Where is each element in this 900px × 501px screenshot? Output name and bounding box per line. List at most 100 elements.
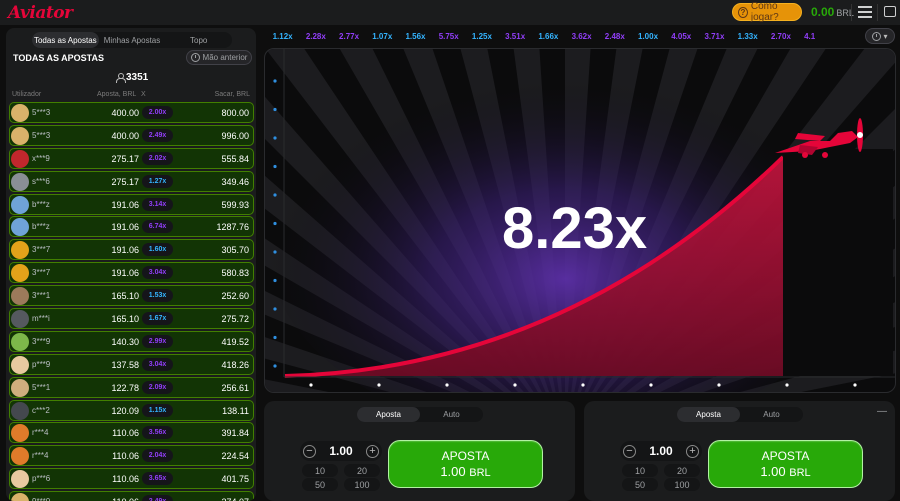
bet-button-currency: BRL [469,467,491,479]
bet-multiplier: 2.04x [142,449,173,463]
bet-cashout: 305.70 [221,245,249,256]
bet-cashout: 800.00 [221,108,249,118]
bet-row: r***4 110.06 3.56x 391.84 [9,422,254,444]
history-toggle-button[interactable]: ▾ [865,28,895,44]
history-multiplier[interactable]: 3.71x [698,32,731,41]
avatar [11,424,29,443]
bet-amount: 137.58 [111,359,139,370]
chat-icon[interactable] [884,6,896,17]
quick-amount-20[interactable]: 20 [664,464,700,477]
history-multiplier[interactable]: 1.00x [631,32,664,41]
bet-cashout: 275.72 [221,314,249,325]
history-multiplier[interactable]: 1.33x [731,32,764,41]
previous-hand-button[interactable]: Mão anterior [186,50,252,65]
plus-icon[interactable]: + [685,444,699,458]
history-multiplier[interactable]: 5.75x [432,32,465,41]
avatar [11,126,29,145]
history-multiplier[interactable]: 2.77x [332,32,365,41]
tab-bet[interactable]: Aposta [677,407,740,422]
history-multiplier[interactable]: 3.62x [565,32,598,41]
avatar [11,195,29,214]
bet-multiplier: 1.15x [142,403,173,417]
bet-multiplier: 1.27x [142,174,173,188]
bet-cashout: 252.60 [221,291,249,302]
how-to-play-label: Como jogar? [750,1,779,23]
tab-bet[interactable]: Aposta [357,407,420,422]
history-multiplier[interactable]: 2.70x [764,32,797,41]
bet-button-label: APOSTA [441,449,490,463]
quick-amount-20[interactable]: 20 [344,464,380,477]
bet-row: p***6 110.06 3.65x 401.75 [9,468,254,490]
tab-top[interactable]: Topo [165,32,232,48]
tab-my-bets[interactable]: Minhas Apostas [99,32,166,48]
quick-amount-50[interactable]: 50 [622,478,658,491]
bet-amount: 110.06 [112,497,139,501]
minus-icon[interactable]: − [303,444,316,458]
column-multiplier: X [141,91,146,98]
axis-dot [273,278,277,283]
minus-icon[interactable]: − [623,444,636,458]
axis-dot [445,383,449,387]
bet-cashout: 274.07 [221,497,249,501]
history-multiplier[interactable]: 1.12x [266,32,299,41]
aviator-logo[interactable]: Aviator [8,3,73,23]
how-to-play-button[interactable]: ? Como jogar? [732,1,802,23]
bet-amount-stepper[interactable]: − 1.00 + [300,441,382,461]
history-multiplier[interactable]: 4.1 [798,32,822,41]
bet-row: 3***1 165.10 1.53x 252.60 [9,285,254,307]
bet-cashout: 224.54 [221,451,249,462]
plus-icon[interactable]: + [365,444,379,458]
bet-amount: 275.17 [111,153,139,164]
history-multiplier[interactable]: 3.51x [499,32,532,41]
quick-amount-10[interactable]: 10 [302,464,338,477]
bet-multiplier: 2.49x [142,128,173,142]
bet-amount: 140.30 [111,336,139,347]
avatar [11,470,29,489]
axis-dot [273,221,277,226]
tab-auto[interactable]: Auto [740,407,803,422]
history-multiplier[interactable]: 2.28x [299,32,332,41]
avatar [11,447,29,466]
bet-amount[interactable]: 1.00 [649,444,672,458]
remove-panel-button[interactable]: — [877,407,887,417]
bet-multiplier: 2.99x [142,334,173,348]
quick-amount-100[interactable]: 100 [344,478,380,491]
chevron-down-icon: ▾ [883,31,888,41]
bet-amount[interactable]: 1.00 [329,444,352,458]
place-bet-button[interactable]: APOSTA 1.00 BRL [708,440,863,488]
bet-row: p***9 137.58 3.04x 418.26 [9,353,254,375]
tab-auto[interactable]: Auto [420,407,483,422]
quick-amount-100[interactable]: 100 [664,478,700,491]
bet-amount: 275.17 [111,176,139,187]
place-bet-button[interactable]: APOSTA 1.00 BRL [388,440,543,488]
bet-user: r***4 [32,428,49,438]
bet-amount: 191.06 [111,268,139,279]
bet-amount: 165.10 [111,314,139,325]
history-multiplier[interactable]: 1.56x [399,32,432,41]
history-multiplier[interactable]: 1.66x [532,32,565,41]
hamburger-menu-icon[interactable] [858,6,872,18]
bet-row: 5***3 400.00 2.49x 996.00 [9,124,254,146]
bet-multiplier: 1.67x [142,312,173,326]
history-multiplier[interactable]: 1.25x [465,32,498,41]
bet-amount: 400.00 [111,108,139,118]
history-multiplier[interactable]: 1.07x [366,32,399,41]
bet-row: 3***9 140.30 2.99x 419.52 [9,330,254,352]
history-multiplier[interactable]: 4.05x [665,32,698,41]
bets-panel: Todas as Apostas Minhas Apostas Topo TOD… [6,28,256,501]
bet-cashout: 256.61 [221,382,249,393]
bet-row: b***z 191.06 3.14x 599.93 [9,193,254,215]
bet-panel-2: Aposta Auto — − 1.00 + 10 20 50 100 APOS… [584,401,895,501]
bet-amount-stepper[interactable]: − 1.00 + [620,441,702,461]
bet-amount: 122.78 [111,382,139,393]
avatar [11,310,29,329]
bet-amount: 110.06 [112,451,139,462]
axis-dot [273,193,277,197]
tab-all-bets[interactable]: Todas as Apostas [32,32,99,48]
avatar [11,218,29,237]
bet-user: p***6 [32,474,51,484]
quick-amount-10[interactable]: 10 [622,464,658,477]
quick-amount-50[interactable]: 50 [302,478,338,491]
history-multiplier[interactable]: 2.48x [598,32,631,41]
avatar [11,493,29,501]
